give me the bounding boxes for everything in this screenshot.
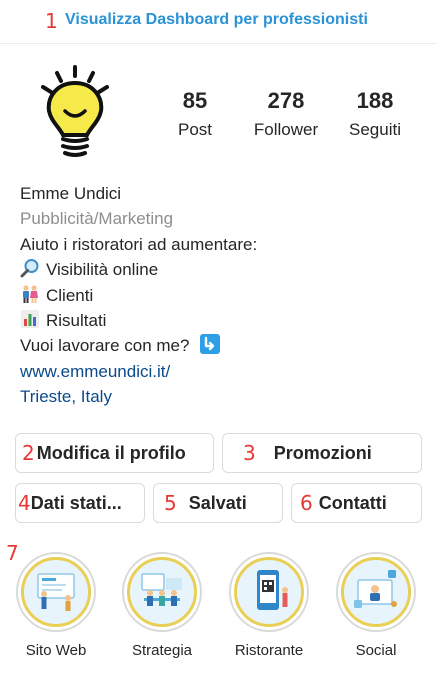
edit-profile-label: Modifica il profilo	[36, 442, 186, 463]
posts-count-label: Post	[177, 120, 213, 139]
followers-count[interactable]: 278 Follower	[244, 88, 328, 140]
following-count-value: 188	[356, 88, 394, 113]
bio-line-text: Vuoi lavorare con me?	[20, 336, 190, 356]
highlight-ristorante[interactable]: Ristorante	[227, 552, 311, 659]
arrow-down-right-icon	[200, 334, 221, 355]
annotation-marker-5: 5	[164, 491, 177, 515]
posts-count-value: 85	[182, 88, 208, 113]
highlight-cover	[234, 557, 304, 627]
highlight-label: Social	[355, 642, 397, 659]
bar-chart-icon	[21, 310, 39, 329]
team-meeting-illustration-icon	[141, 573, 182, 606]
professional-dashboard-label: Visualizza Dashboard per professionisti	[65, 11, 368, 28]
profile-category: Pubblicità/Marketing	[20, 209, 174, 229]
profile-website-link[interactable]: www.emmeundici.it/	[20, 359, 430, 384]
contacts-button[interactable]: 6 Contatti	[291, 483, 422, 523]
insights-label: Dati stati...	[30, 492, 122, 513]
profile-location-link[interactable]: Trieste, Italy	[20, 384, 430, 409]
annotation-marker-3: 3	[243, 441, 256, 465]
profile-name: Emme Undici	[20, 184, 122, 203]
couple-icon	[23, 285, 38, 303]
bio-line: Clienti	[20, 283, 430, 308]
highlight-strategia[interactable]: Strategia	[120, 552, 204, 659]
insights-button[interactable]: 4 Dati stati...	[15, 483, 145, 523]
edit-profile-button[interactable]: 2 Modifica il profilo	[15, 433, 214, 473]
promotions-label: Promozioni	[273, 442, 372, 463]
following-count-label: Seguiti	[349, 120, 401, 139]
saved-label: Salvati	[188, 492, 247, 513]
website-presentation-illustration-icon	[37, 573, 75, 611]
highlight-cover	[127, 557, 197, 627]
social-media-illustration-icon	[354, 570, 397, 608]
annotation-marker-1: 1	[45, 9, 58, 33]
qr-phone-illustration-icon	[257, 570, 288, 610]
followers-count-label: Follower	[253, 120, 319, 139]
lightbulb-logo-icon	[21, 59, 129, 167]
promotions-button[interactable]: 3 Promozioni	[222, 433, 422, 473]
highlight-cover	[21, 557, 91, 627]
highlight-label: Strategia	[131, 642, 193, 659]
bio-line-text: Clienti	[46, 285, 94, 305]
highlight-ring	[336, 552, 416, 632]
highlight-social[interactable]: Social	[334, 552, 418, 659]
bio-line: Vuoi lavorare con me?	[20, 333, 430, 358]
highlight-label: Ristorante	[234, 642, 304, 659]
annotation-marker-6: 6	[300, 491, 313, 515]
followers-count-value: 278	[267, 88, 305, 113]
highlight-ring	[229, 552, 309, 632]
highlight-label: Sito Web	[25, 642, 87, 659]
bio-line-text: Aiuto i ristoratori ad aumentare:	[20, 234, 258, 254]
bio-line-text: Risultati	[46, 311, 107, 331]
bio-line: Visibilità online	[20, 257, 430, 282]
profile-avatar[interactable]	[21, 59, 129, 167]
bio-line: Aiuto i ristoratori ad aumentare:	[20, 232, 430, 257]
profile-bio: Emme Undici Pubblicità/Marketing Aiuto i…	[20, 181, 430, 410]
bio-line-text: Visibilità online	[46, 260, 159, 280]
highlight-cover	[341, 557, 411, 627]
highlight-sito-web[interactable]: Sito Web	[14, 552, 98, 659]
contacts-label: Contatti	[318, 492, 387, 513]
posts-count[interactable]: 85 Post	[170, 88, 220, 140]
annotation-marker-4: 4	[18, 491, 31, 515]
following-count[interactable]: 188 Seguiti	[343, 88, 407, 140]
highlight-ring	[16, 552, 96, 632]
annotation-marker-2: 2	[22, 441, 35, 465]
saved-button[interactable]: 5 Salvati	[153, 483, 283, 523]
bio-line: Risultati	[20, 308, 430, 333]
highlight-ring	[122, 552, 202, 632]
professional-dashboard-link[interactable]: 1 Visualizza Dashboard per professionist…	[0, 0, 437, 44]
magnifying-glass-icon	[20, 259, 39, 278]
